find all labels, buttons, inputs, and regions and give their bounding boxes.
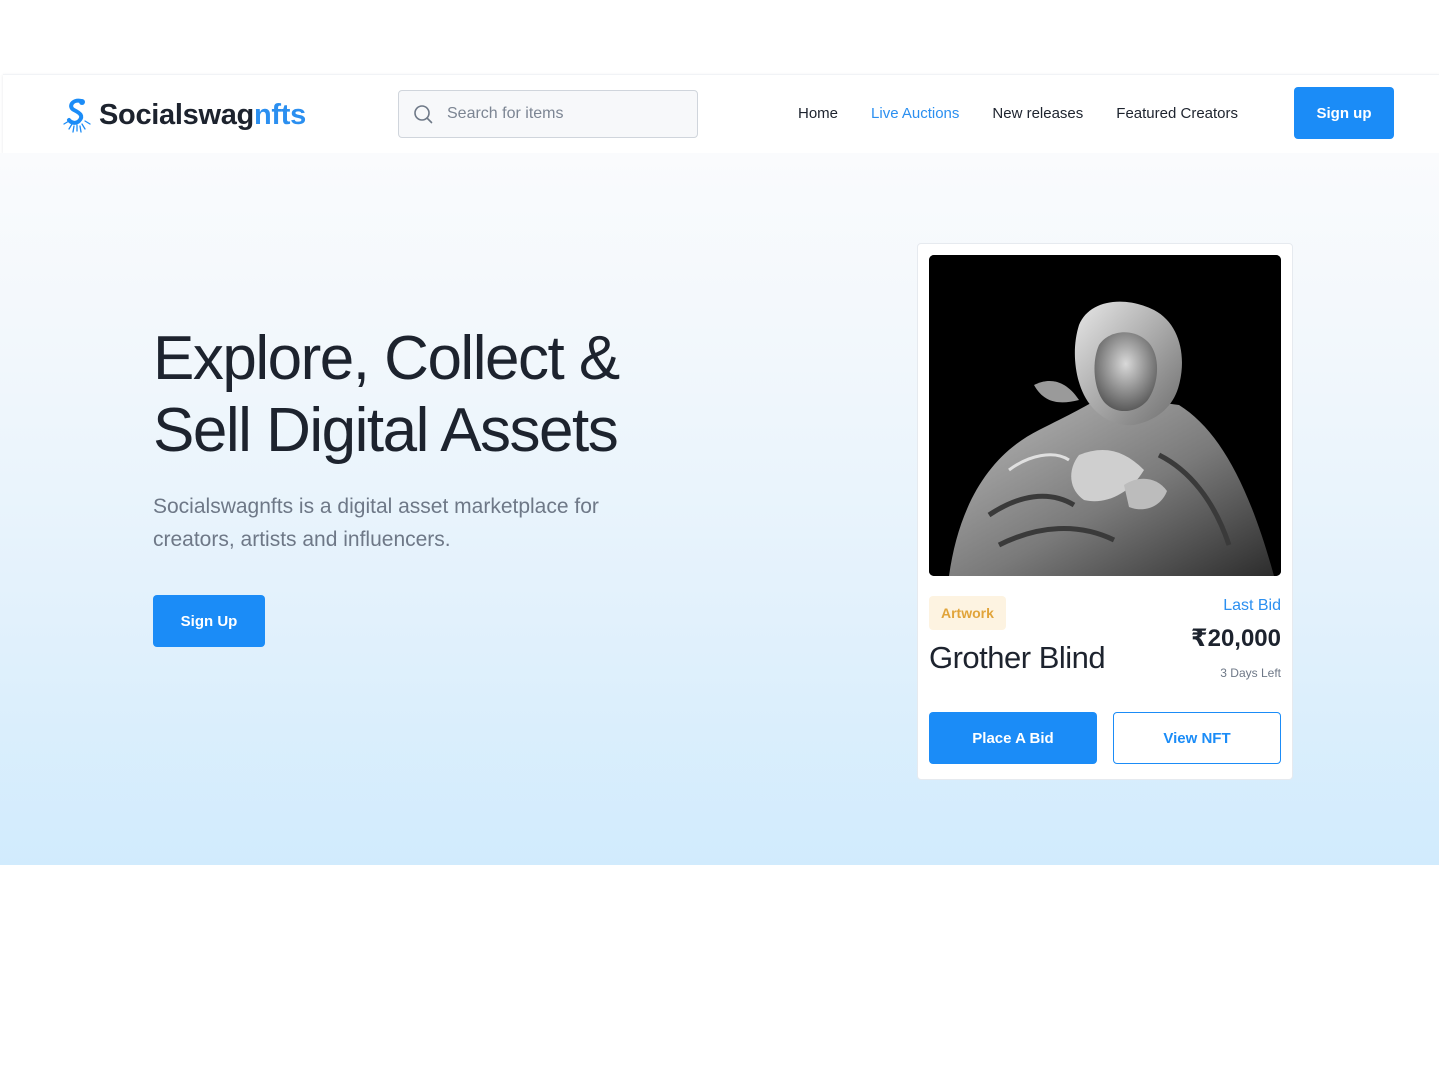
nft-title: Grother Blind — [929, 640, 1106, 675]
last-bid-value: ₹20,000 — [1190, 625, 1281, 652]
hero-subtitle: Socialswagnfts is a digital asset market… — [153, 495, 599, 551]
search-input[interactable] — [447, 105, 677, 123]
statue-illustration — [929, 255, 1281, 576]
nav-link-new-releases[interactable]: New releases — [992, 105, 1083, 122]
brand-name: Socialswagnfts — [99, 99, 306, 132]
brand-name-accent: nfts — [253, 98, 306, 131]
hero-section: Explore, Collect & Sell Digital Assets S… — [0, 153, 1439, 865]
hero-signup-button[interactable]: Sign Up — [153, 595, 265, 647]
place-bid-button[interactable]: Place A Bid — [929, 712, 1097, 764]
nav-link-live-auctions[interactable]: Live Auctions — [871, 105, 959, 122]
brand-name-main: Socialswag — [99, 98, 254, 131]
top-navbar: Socialswagnfts Home Live Auctions New re… — [3, 74, 1439, 153]
header-signup-button[interactable]: Sign up — [1294, 87, 1394, 139]
nav-link-home[interactable]: Home — [798, 105, 838, 122]
search-box[interactable] — [398, 90, 698, 138]
hero-title-line-1: Explore, Collect & — [153, 324, 620, 393]
main-nav: Home Live Auctions New releases Featured… — [798, 105, 1271, 122]
search-icon — [414, 105, 433, 124]
last-bid-label: Last Bid — [1223, 597, 1281, 614]
spiral-s-logo-icon — [63, 98, 91, 133]
view-nft-button[interactable]: View NFT — [1113, 712, 1281, 764]
featured-nft-card: Artwork Grother Blind Last Bid ₹20,000 3… — [917, 243, 1293, 780]
hero-title: Explore, Collect & Sell Digital Assets — [153, 323, 713, 467]
nav-link-featured-creators[interactable]: Featured Creators — [1116, 105, 1238, 122]
category-badge: Artwork — [929, 596, 1006, 630]
brand-logo[interactable]: Socialswagnfts — [63, 95, 306, 135]
hero-title-line-2: Sell Digital Assets — [153, 396, 619, 465]
time-left: 3 Days Left — [1220, 666, 1281, 680]
marble-statue-image[interactable] — [929, 255, 1281, 576]
